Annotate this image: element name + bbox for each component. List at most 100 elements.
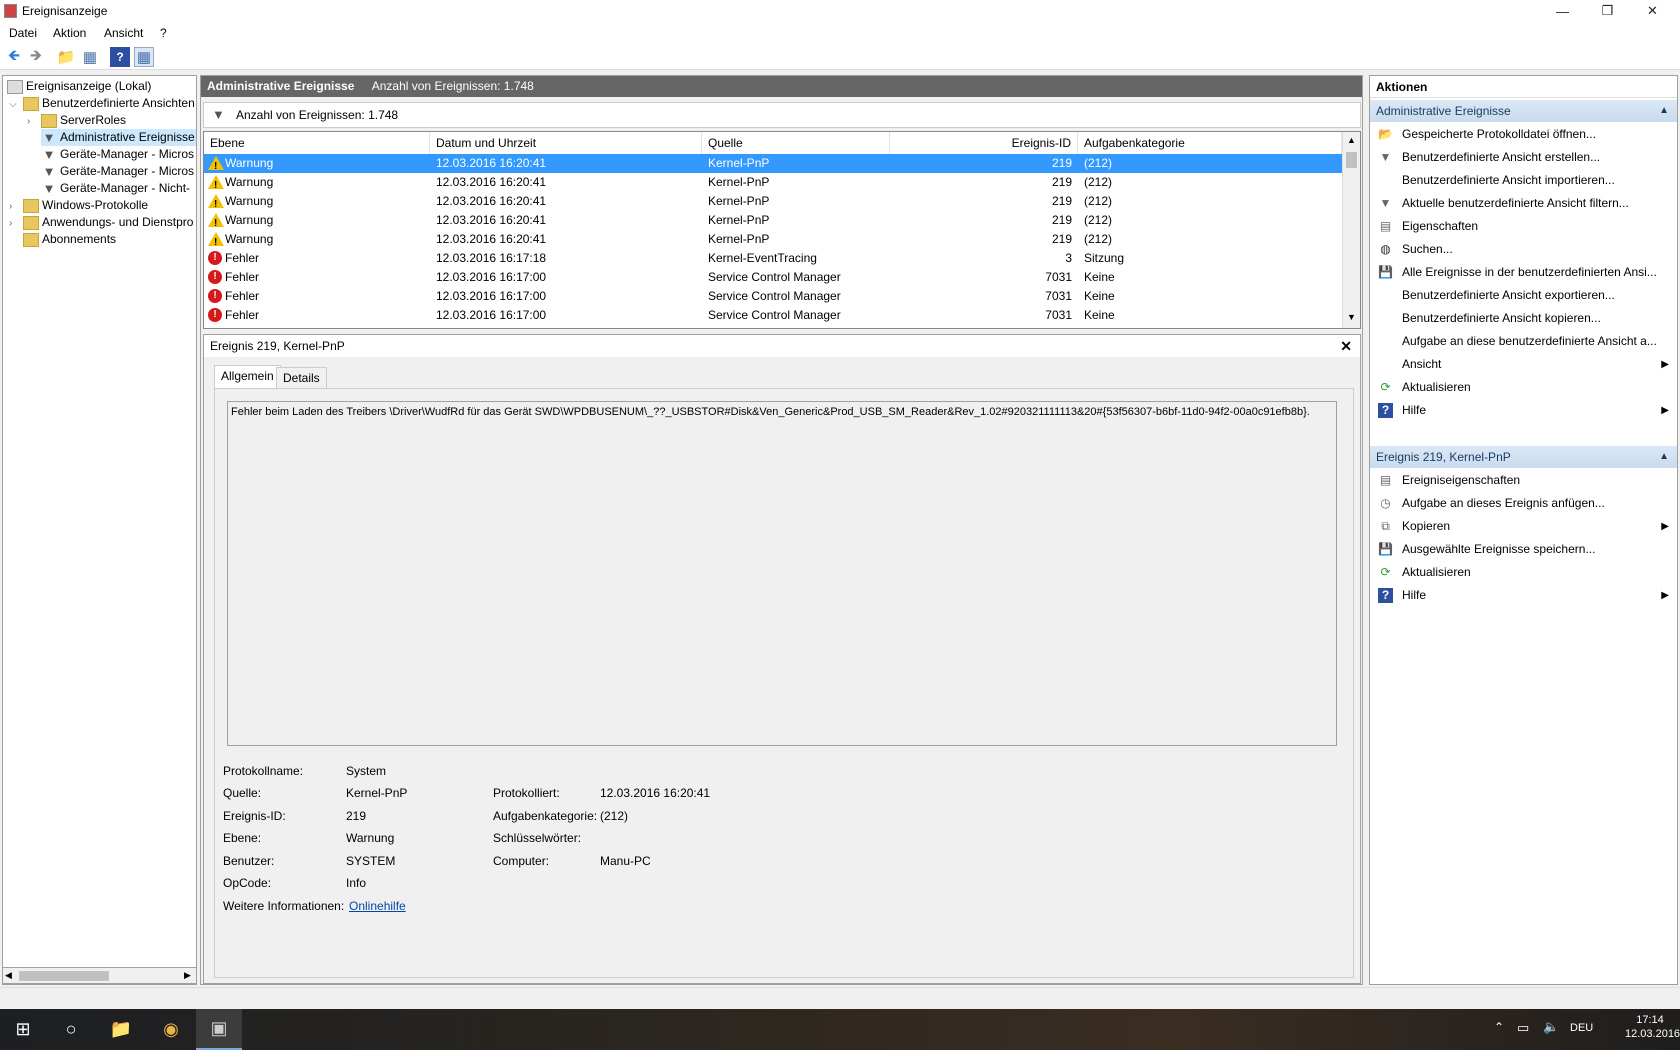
action-item[interactable]: ▤ Eigenschaften [1370,215,1677,238]
action-item[interactable]: ◷ Aufgabe an dieses Ereignis anfügen... [1370,492,1677,515]
tree-item-windows-logs[interactable]: › Windows-Protokolle [9,197,148,214]
action-item[interactable]: Aufgabe an diese benutzerdefinierte Ansi… [1370,330,1677,353]
action-item[interactable]: ⧉ Kopieren ▶ [1370,515,1677,538]
tree-horizontal-scrollbar[interactable]: ◀ ▶ [2,967,197,984]
tree-item-device-manager-2[interactable]: ▼ Geräte-Manager - Micros [41,163,194,180]
minimize-button[interactable]: — [1540,0,1585,22]
tree-item-serverroles[interactable]: › ServerRoles [27,112,126,129]
collapse-icon[interactable]: ▲ [1659,446,1669,468]
tree-item-subscriptions[interactable]: Abonnements [9,231,116,248]
expand-icon[interactable]: › [9,215,23,232]
expand-icon[interactable]: › [9,198,23,215]
col-header-kategorie[interactable]: Aufgabenkategorie [1078,132,1342,154]
action-item[interactable]: ▼ Aktuelle benutzerdefinierte Ansicht fil… [1370,192,1677,215]
forward-icon[interactable]: 🡺 [26,47,46,67]
action-label: Ausgewählte Ereignisse speichern... [1402,542,1596,556]
tree-item-root[interactable]: Ereignisanzeige (Lokal) [7,78,151,95]
help-icon[interactable]: ? [110,47,130,67]
show-hide-tree-icon[interactable]: ▦ [80,47,100,67]
action-item[interactable]: Benutzerdefinierte Ansicht exportieren..… [1370,284,1677,307]
collapse-icon[interactable]: ⌵ [9,96,23,113]
action-label: Ansicht [1402,357,1442,371]
submenu-arrow-icon: ▶ [1661,405,1669,416]
clock[interactable]: 17:14 12.03.2016 [1625,1014,1680,1040]
tree-item-admin-events[interactable]: ▼ Administrative Ereignisse [41,129,196,146]
scroll-up-icon[interactable]: ▲ [1347,135,1356,145]
chrome-icon[interactable]: ◉ [148,1009,194,1050]
action-label: Aktualisieren [1402,380,1471,394]
action-item[interactable]: Benutzerdefinierte Ansicht importieren..… [1370,169,1677,192]
cell-cat: Keine [1084,270,1115,284]
label-protokollname: Protokollname: [223,764,304,778]
actions-section-admin-events[interactable]: Administrative Ereignisse ▲ [1370,100,1677,122]
scroll-thumb[interactable] [19,971,109,981]
table-row[interactable]: ! Fehler 12.03.2016 16:17:00 Service Contro… [204,287,1342,306]
event-message[interactable]: Fehler beim Laden des Treibers \Driver\W… [227,401,1337,746]
action-item[interactable]: ? Hilfe ▶ [1370,584,1677,607]
tray-chevron-icon[interactable]: ⌃ [1494,1020,1504,1034]
action-item[interactable]: Ansicht ▶ [1370,353,1677,376]
table-row[interactable]: Warnung 12.03.2016 16:20:41 Kernel-PnP 219 (… [204,230,1342,252]
file-explorer-icon[interactable]: 📁 [98,1009,144,1050]
scroll-thumb[interactable] [1346,152,1357,168]
tree-item-custom-views[interactable]: ⌵ Benutzerdefinierte Ansichten [9,95,195,112]
col-header-quelle[interactable]: Quelle [702,132,890,154]
restore-button[interactable]: ❐ [1585,0,1630,22]
collapse-icon[interactable]: ▲ [1659,100,1669,122]
scroll-down-icon[interactable]: ▼ [1347,312,1356,322]
action-item[interactable]: ⟳ Aktualisieren [1370,561,1677,584]
menu-aktion[interactable]: Aktion [53,26,86,40]
close-button[interactable]: ✕ [1630,0,1675,22]
table-row[interactable]: ! Fehler 12.03.2016 16:17:00 Service Contro… [204,306,1342,325]
level-text: Fehler [225,251,260,265]
scroll-left-icon[interactable]: ◀ [5,970,12,981]
table-row[interactable]: ! Fehler 12.03.2016 16:17:00 Service Contro… [204,268,1342,287]
cell-date: 12.03.2016 16:17:00 [436,308,547,322]
cell-id: 219 [1051,156,1072,170]
action-item[interactable]: ? Hilfe ▶ [1370,399,1677,422]
action-item[interactable]: 💾 Alle Ereignisse in der benutzerdefinier… [1370,261,1677,284]
table-vertical-scrollbar[interactable]: ▲ ▼ [1342,132,1360,328]
tab-allgemein[interactable]: Allgemein [214,365,281,389]
actions-section-event[interactable]: Ereignis 219, Kernel-PnP ▲ [1370,446,1677,468]
table-row[interactable]: Warnung 12.03.2016 16:20:41 Kernel-PnP 219 (… [204,154,1342,176]
up-folder-icon[interactable]: 📁 [56,47,76,67]
menu-datei[interactable]: Datei [9,26,37,40]
tab-details[interactable]: Details [276,367,327,389]
col-header-datum[interactable]: Datum und Uhrzeit [430,132,702,154]
tree-item-device-manager-3[interactable]: ▼ Geräte-Manager - Nicht- [41,180,190,197]
tree-item-app-service-logs[interactable]: › Anwendungs- und Dienstpro [9,214,193,231]
cell-cat: Keine [1084,308,1115,322]
network-icon[interactable]: ▭ [1517,1020,1529,1036]
action-item[interactable]: Benutzerdefinierte Ansicht kopieren... [1370,307,1677,330]
close-icon[interactable]: ✕ [1340,335,1352,357]
back-icon[interactable]: 🡸 [4,47,24,67]
table-row[interactable]: Warnung 12.03.2016 16:20:41 Kernel-PnP 219 (… [204,211,1342,233]
action-item[interactable]: ◍ Suchen... [1370,238,1677,261]
cortana-icon[interactable]: ○ [48,1009,94,1050]
action-item[interactable]: ⟳ Aktualisieren [1370,376,1677,399]
event-viewer-taskbar-icon[interactable]: ▣ [196,1009,242,1050]
onlinehilfe-link[interactable]: Onlinehilfe [349,899,406,913]
detail-title: Ereignis 219, Kernel-PnP ✕ [204,335,1360,357]
col-header-id[interactable]: Ereignis-ID [890,132,1078,154]
tree-item-device-manager-1[interactable]: ▼ Geräte-Manager - Micros [41,146,194,163]
action-item[interactable]: ▼ Benutzerdefinierte Ansicht erstellen... [1370,146,1677,169]
show-action-pane-icon[interactable]: ▦ [134,47,154,67]
action-item[interactable]: 💾 Ausgewählte Ereignisse speichern... [1370,538,1677,561]
table-row[interactable]: ! Fehler 12.03.2016 16:17:18 Kernel-EventTr… [204,249,1342,268]
start-icon[interactable]: ⊞ [0,1009,46,1050]
action-item[interactable]: ▤ Ereigniseigenschaften [1370,469,1677,492]
action-label: Benutzerdefinierte Ansicht kopieren... [1402,311,1601,325]
language-indicator[interactable]: DEU [1570,1022,1593,1034]
table-row[interactable]: Warnung 12.03.2016 16:20:41 Kernel-PnP 219 (… [204,173,1342,195]
scroll-right-icon[interactable]: ▶ [184,970,191,981]
action-item[interactable]: 📂 Gespeicherte Protokolldatei öffnen... [1370,123,1677,146]
volume-icon[interactable]: 🔈 [1543,1019,1559,1035]
action-label: Gespeicherte Protokolldatei öffnen... [1402,127,1596,141]
menu-ansicht[interactable]: Ansicht [104,26,143,40]
col-header-ebene[interactable]: Ebene [204,132,430,154]
menu-help[interactable]: ? [160,26,167,40]
table-row[interactable]: Warnung 12.03.2016 16:20:41 Kernel-PnP 219 (… [204,192,1342,214]
expand-icon[interactable]: › [27,113,41,130]
